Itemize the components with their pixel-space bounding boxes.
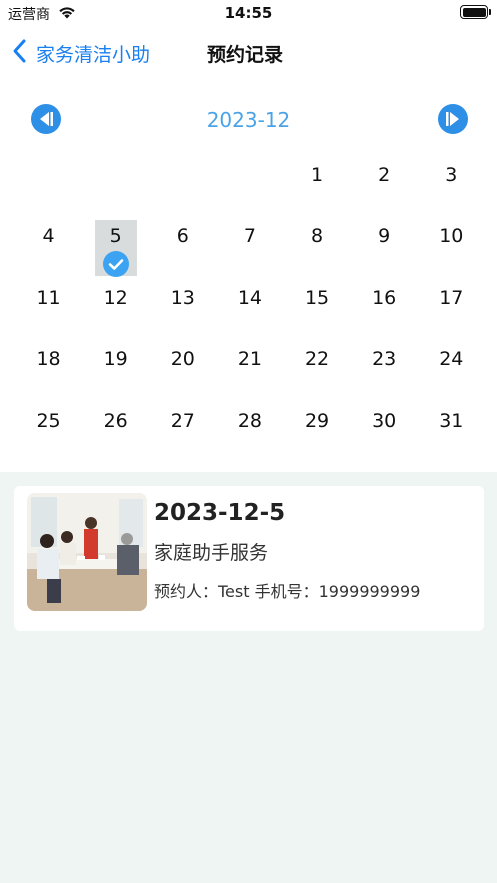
calendar-day-number: 18 [36, 348, 61, 371]
record-image [27, 493, 147, 611]
calendar-day-number: 25 [36, 409, 61, 432]
calendar-day-number: 9 [378, 225, 391, 248]
back-button[interactable]: 家务清洁小助 [12, 38, 150, 68]
page-title: 预约记录 [207, 44, 284, 66]
calendar-day-number: 19 [103, 348, 128, 371]
calendar-day-number: 23 [372, 348, 397, 371]
calendar-grid: 1 2 3 4 5 6 7 8 9 10 11 12 13 14 15 16 17 18 19 20 21 22 23 24 2… [15, 145, 485, 452]
calendar-day-number: 26 [103, 409, 128, 432]
calendar-day-number: 7 [243, 225, 256, 248]
battery-icon [460, 5, 488, 19]
calendar-day[interactable]: 21 [216, 329, 283, 390]
record-card[interactable]: 2023-12-5 家庭助手服务 预约人：Test 手机号：1999999999 [14, 486, 484, 631]
calendar-day-number: 27 [170, 409, 195, 432]
calendar-day[interactable]: 30 [351, 391, 418, 452]
calendar-day[interactable]: 27 [149, 391, 216, 452]
calendar-day[interactable]: 23 [351, 329, 418, 390]
calendar-day[interactable]: 24 [418, 329, 485, 390]
calendar-day[interactable]: 28 [216, 391, 283, 452]
calendar-day[interactable]: 9 [351, 206, 418, 267]
record-date: 2023-12-5 [154, 500, 286, 526]
calendar-day-number: 13 [170, 286, 195, 309]
calendar-week-row: 11 12 13 14 15 16 17 [15, 268, 485, 329]
calendar-day[interactable]: 3 [418, 145, 485, 206]
records-section: 2023-12-5 家庭助手服务 预约人：Test 手机号：1999999999 [0, 472, 497, 883]
status-bar: 运营商 14:55 [0, 0, 497, 28]
calendar-day-number: 15 [304, 286, 330, 309]
calendar-day[interactable]: 7 [216, 206, 283, 267]
calendar-day[interactable]: 15 [284, 268, 351, 329]
clock: 14:55 [224, 4, 273, 22]
calendar-day[interactable]: 10 [418, 206, 485, 267]
calendar-day-number: 20 [170, 348, 195, 371]
calendar-day-number: 28 [237, 409, 263, 432]
calendar-empty-cell [216, 145, 283, 206]
calendar-empty-cell [15, 145, 82, 206]
calendar-day-number: 21 [237, 348, 263, 371]
calendar-day-number: 12 [103, 286, 128, 309]
calendar-day[interactable]: 22 [284, 329, 351, 390]
calendar-day-number: 2 [378, 164, 391, 186]
calendar-day[interactable]: 4 [15, 206, 82, 267]
calendar-empty-cell [82, 145, 149, 206]
calendar-day[interactable]: 16 [351, 268, 418, 329]
calendar-day-number: 30 [372, 409, 397, 432]
calendar-day[interactable]: 20 [149, 329, 216, 390]
calendar-day-number: 3 [445, 164, 458, 186]
calendar-day[interactable]: 29 [284, 391, 351, 452]
calendar-day[interactable]: 11 [15, 268, 82, 329]
calendar-day-number: 24 [439, 348, 464, 371]
calendar-day-selected[interactable]: 5 [82, 206, 149, 278]
calendar-empty-cell [149, 145, 216, 206]
calendar-day-number: 10 [439, 225, 464, 248]
calendar-week-row: 25 26 27 28 29 30 31 [15, 391, 485, 452]
calendar-day[interactable]: 17 [418, 268, 485, 329]
calendar-day[interactable]: 25 [15, 391, 82, 452]
calendar-day-number: 11 [36, 286, 61, 309]
calendar-day[interactable]: 13 [149, 268, 216, 329]
calendar-day[interactable]: 12 [82, 268, 149, 329]
month-switcher: 2023-12 [0, 104, 497, 136]
calendar-day[interactable]: 26 [82, 391, 149, 452]
calendar-day-number: 17 [439, 286, 464, 309]
calendar-day[interactable]: 31 [418, 391, 485, 452]
next-month-button[interactable] [438, 104, 468, 134]
calendar-day-number: 16 [372, 286, 397, 309]
calendar-week-row: 1 2 3 [15, 145, 485, 206]
calendar-day[interactable]: 2 [351, 145, 418, 206]
chevron-left-icon [12, 38, 28, 68]
calendar-day[interactable]: 18 [15, 329, 82, 390]
calendar-day[interactable]: 14 [216, 268, 283, 329]
calendar-day-number: 1 [311, 164, 324, 186]
battery-tip [489, 9, 491, 15]
record-contact: 预约人：Test 手机号：1999999999 [154, 582, 421, 601]
calendar-day[interactable]: 8 [284, 206, 351, 267]
calendar-day-number: 4 [42, 225, 55, 248]
calendar-day[interactable]: 6 [149, 206, 216, 267]
calendar-week-row: 18 19 20 21 22 23 24 [15, 329, 485, 390]
calendar-day[interactable]: 19 [82, 329, 149, 390]
navigation-bar: 家务清洁小助 预约记录 [0, 28, 497, 74]
record-service: 家庭助手服务 [154, 542, 269, 564]
calendar-day-number: 14 [237, 286, 263, 309]
calendar-day-number: 6 [176, 225, 189, 248]
back-label: 家务清洁小助 [36, 43, 151, 66]
calendar-day-number: 31 [439, 409, 464, 432]
calendar-day[interactable]: 1 [284, 145, 351, 206]
calendar-day-number: 22 [304, 348, 330, 371]
calendar-day-number: 29 [304, 409, 330, 432]
calendar-week-row: 4 5 6 7 8 9 10 [15, 206, 485, 278]
calendar-day-number: 8 [311, 225, 324, 248]
current-month-label: 2023-12 [206, 108, 291, 132]
skip-next-icon [446, 112, 459, 126]
